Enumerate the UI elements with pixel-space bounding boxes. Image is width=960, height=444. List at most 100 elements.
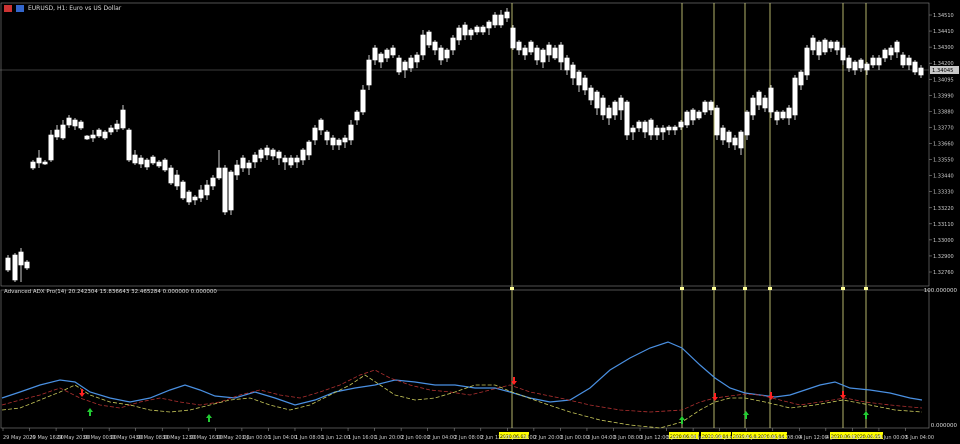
candle-body [774, 111, 780, 121]
candle-body [54, 129, 60, 138]
candle-body [684, 111, 690, 126]
time-label: 3 Jun 04:00 [587, 435, 616, 441]
candle-body [828, 41, 834, 49]
candle-body [426, 31, 432, 46]
candle-body [24, 261, 30, 269]
candle-body [450, 37, 456, 51]
candle-body [378, 53, 384, 63]
candle-body [66, 117, 72, 126]
candle-body [582, 77, 588, 91]
candle-body [132, 154, 138, 164]
price-chart[interactable]: 2020.06.03 02:00 2020.06.04 05:002020.06.… [0, 0, 960, 444]
indicator-lines [1, 341, 923, 429]
candle-body [786, 107, 792, 119]
candle-body [702, 101, 708, 113]
time-label: 5 Jun 00:00 [879, 435, 908, 441]
candle-body [894, 41, 900, 53]
candle-body [138, 157, 144, 165]
candle-body [48, 134, 54, 161]
candle-body [366, 59, 372, 86]
candle-body [90, 134, 96, 139]
candle-body [18, 251, 24, 266]
candle-body [546, 44, 552, 56]
price-label: 1.33220 [933, 206, 954, 212]
candle-body [876, 57, 882, 66]
plus-di-line [1, 374, 923, 429]
candle-body [240, 157, 246, 169]
candle-body [456, 27, 462, 41]
candle-body [420, 34, 426, 56]
candle-body [834, 41, 840, 51]
candle-body [642, 121, 648, 133]
price-label: 1.34410 [933, 29, 954, 35]
candle-body [462, 24, 468, 36]
candle-body [588, 87, 594, 101]
signal-marker [712, 287, 716, 290]
price-label: 1.34300 [933, 45, 954, 51]
candle-body [858, 59, 864, 69]
candle-body [84, 135, 90, 140]
candle-body [798, 71, 804, 86]
time-label: 2 Jun 12:00 [481, 435, 510, 441]
candle-body [402, 61, 408, 71]
candle-body [660, 127, 666, 133]
price-label: 1.33990 [933, 93, 954, 99]
time-label: 4 Jun 00:00 [720, 435, 749, 441]
candle-body [510, 27, 516, 49]
candle-body [384, 49, 390, 59]
candle-body [5, 257, 11, 271]
candle-body [726, 131, 732, 143]
candle-body [162, 159, 168, 171]
candle-body [564, 57, 570, 71]
candle-body [882, 49, 888, 59]
time-label: 2 Jun 20:00 [534, 435, 563, 441]
candle-body [372, 47, 378, 61]
candle-body [666, 126, 672, 131]
candle-body [180, 181, 186, 199]
candle-body [714, 107, 720, 136]
candle-body [804, 47, 810, 76]
candle-body [690, 109, 696, 121]
candle-body [738, 131, 744, 149]
price-label: 1.33550 [933, 158, 954, 164]
time-label: 1 Jun 20:00 [375, 435, 404, 441]
candle-body [318, 119, 324, 131]
candle-body [672, 126, 678, 131]
time-axis: 29 May 202029 May 16:0029 May 20:0030 Ma… [2, 428, 934, 441]
price-label: 1.32900 [933, 254, 954, 260]
candle-body [486, 21, 492, 29]
candle-body [348, 124, 354, 141]
candle-body [312, 127, 318, 141]
candle-body [618, 97, 624, 111]
time-label: 3 Jun 20:00 [693, 435, 722, 441]
candle-body [732, 137, 738, 146]
candle-body [246, 162, 252, 169]
candle-body [144, 159, 150, 168]
candle-body [624, 101, 630, 136]
candle-body [612, 101, 618, 116]
candle-body [174, 174, 180, 187]
candle-body [108, 127, 114, 133]
candle-body [156, 161, 162, 167]
time-label: 1 Jun 00:00 [242, 435, 271, 441]
signal-marker [680, 287, 684, 290]
candle-body [606, 107, 612, 119]
candle-body [270, 149, 276, 157]
candle-body [192, 196, 198, 201]
indicator-scale-bottom: 0.000000 [930, 423, 957, 429]
price-label: 1.33880 [933, 109, 954, 115]
candle-body [168, 167, 174, 184]
candle-body [600, 97, 606, 116]
candle-body [102, 131, 108, 139]
time-label: 5 Jun 04:00 [905, 435, 934, 441]
time-label: 1 Jun 04:00 [268, 435, 297, 441]
signal-marker [841, 287, 845, 290]
candle-body [414, 54, 420, 63]
candle-body [222, 167, 228, 213]
candle-body [336, 139, 342, 146]
candle-body [150, 156, 156, 164]
price-label: 1.33000 [933, 238, 954, 244]
indicator-label: Advanced ADX Pro(14) 20.242304 15.836643… [4, 289, 217, 295]
arrow-down-icon [79, 389, 85, 397]
price-label: 1.32760 [933, 270, 954, 276]
